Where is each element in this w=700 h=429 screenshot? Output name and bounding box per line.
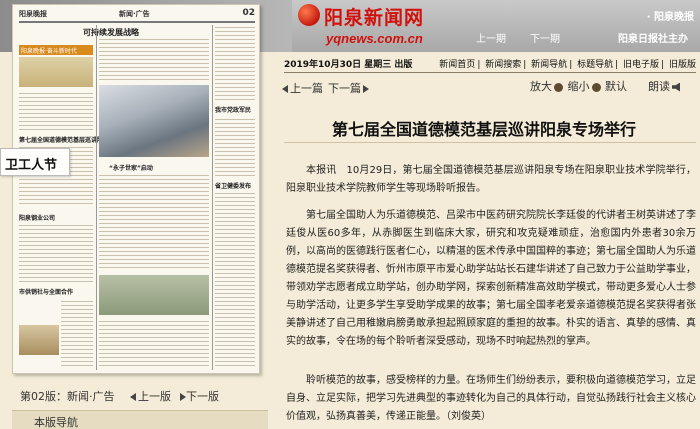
issue-nav-bar: 上一期 下一期 阳泉日报社主办 [462, 28, 700, 46]
newspaper-page-viewer: 阳泉晚报 新闻·广告 02 可持续发展战略 阳泉晚报·奋斗新时代 第七届全国道德… [0, 0, 268, 380]
paper-article-text[interactable] [215, 117, 255, 177]
page-nav-header[interactable]: 本版导航 [12, 410, 268, 429]
next-page-label: 下一版 [186, 390, 219, 403]
read-aloud-label: 朗读 [648, 80, 670, 93]
prev-issue-link[interactable]: 上一期 [476, 30, 506, 45]
article-title: 第七届全国道德模范基层巡讲阳泉专场举行 [331, 120, 636, 139]
brand-link-yangquan-evening[interactable]: · 阳泉晚报 [647, 8, 694, 23]
paper-photo[interactable] [19, 325, 59, 355]
paper-street-photo[interactable] [99, 85, 209, 157]
next-page-button[interactable]: 下一版 [178, 388, 219, 404]
logo-emblem-icon [298, 4, 320, 26]
article-paragraph: 第七届全国助人为乐道德模范、吕梁市中医药研究院院长李廷俊的代讲者王树英讲述了李廷… [286, 210, 696, 347]
newspaper-page-thumbnail[interactable]: 阳泉晚报 新闻·广告 02 可持续发展战略 阳泉晚报·奋斗新时代 第七届全国道德… [12, 4, 260, 374]
paper-side-headline[interactable]: 阳泉钢业公司 [19, 213, 55, 222]
publish-date: 2019年10月30日 星期三 出版 [284, 60, 413, 70]
page-switch-bar: 第02版：新闻·广告 上一版 下一版 [0, 382, 268, 406]
paper-article-text[interactable] [215, 191, 255, 369]
paper-column-rule [212, 25, 213, 370]
zoom-in-label: 放大 [530, 80, 552, 93]
paper-article-text[interactable] [99, 173, 209, 269]
paper-section-name: 新闻·广告 [119, 10, 150, 18]
arrow-left-icon [282, 85, 288, 93]
paper-column-rule [96, 25, 97, 370]
paper-side-headline[interactable]: “永子世家”启动 [109, 163, 153, 172]
speaker-icon [672, 82, 680, 92]
paper-photo[interactable] [99, 275, 209, 315]
nav-link-old-version[interactable]: 旧版版 [669, 60, 696, 70]
site-nav-links: 新闻首页 | 新闻搜索 | 新闻导航 | 标题导航 | 旧电子版 | 旧版版 [437, 57, 696, 70]
nav-separator: | [661, 60, 665, 70]
article-paragraph: 本报讯 10月29日，第七届全国道德模范基层巡讲阳泉专场在阳泉职业技术学院举行，… [286, 165, 696, 194]
arrow-left-icon [130, 393, 136, 401]
nav-link-navigation[interactable]: 新闻导航 [531, 60, 567, 70]
zoom-out-label: 缩小 [567, 80, 590, 93]
next-article-button[interactable]: 下一篇 [328, 80, 369, 96]
paper-article-text[interactable] [99, 37, 209, 81]
site-logo[interactable]: 阳泉新闻网 yqnews.com.cn [292, 0, 462, 52]
paper-masthead: 阳泉晚报 新闻·广告 02 [19, 8, 255, 23]
paper-side-headline[interactable]: 市供销社与全面合作 [19, 287, 73, 296]
zoom-default-button[interactable]: 默认 [605, 80, 627, 93]
paper-masthead-title: 阳泉晚报 [19, 10, 47, 18]
floating-page-label-text: 卫工人节 [5, 158, 58, 173]
read-aloud-button[interactable]: 朗读 [648, 78, 682, 94]
paper-photo[interactable] [19, 57, 93, 87]
article-panel: 2019年10月30日 星期三 出版 新闻首页 | 新闻搜索 | 新闻导航 | 标题导… [268, 52, 700, 429]
current-page-label: 第02版：新闻·广告 [20, 390, 115, 403]
nav-separator: | [523, 60, 527, 70]
next-article-label: 下一篇 [328, 82, 361, 95]
article-paragraph: 聆听模范的故事，感受榜样的力量。在场师生们纷纷表示，要积极向道德模范学习，立足自… [286, 375, 696, 422]
floating-page-label[interactable]: 卫工人节 [0, 148, 70, 176]
next-issue-link[interactable]: 下一期 [530, 30, 560, 45]
nav-link-search[interactable]: 新闻搜索 [485, 60, 521, 70]
arrow-right-icon [363, 85, 369, 93]
nav-link-old-edition[interactable]: 旧电子版 [623, 60, 659, 70]
zoom-controls: 放大 缩小 默认 [530, 78, 627, 94]
paper-article-text[interactable] [19, 91, 93, 131]
paper-page-number: 02 [242, 8, 255, 18]
prev-article-label: 上一篇 [290, 82, 323, 95]
title-divider [284, 142, 696, 143]
page-nav-header-label: 本版导航 [34, 416, 78, 429]
zoom-out-button[interactable]: 缩小 [568, 80, 602, 93]
nav-separator: | [569, 60, 573, 70]
paper-banner-text: 阳泉晚报·奋斗新时代 [21, 48, 77, 55]
paper-side-headline[interactable]: 省卫健委发布 [215, 181, 251, 190]
site-title: 阳泉新闻网 [324, 7, 425, 29]
nav-separator: | [477, 60, 481, 70]
prev-page-label: 上一版 [138, 390, 171, 403]
nav-link-home[interactable]: 新闻首页 [439, 60, 475, 70]
paper-article-text[interactable] [61, 299, 93, 369]
site-url: yqnews.com.cn [326, 31, 423, 46]
zoom-in-button[interactable]: 放大 [530, 80, 564, 93]
zoom-out-icon [591, 82, 601, 92]
paper-article-text[interactable] [19, 223, 93, 283]
header-divider [284, 72, 696, 73]
paper-article-text[interactable] [215, 25, 255, 101]
publisher-label: 阳泉日报社主办 [618, 34, 688, 45]
nav-separator: | [615, 60, 619, 70]
prev-page-button[interactable]: 上一版 [130, 388, 171, 404]
zoom-default-label: 默认 [605, 80, 627, 93]
paper-side-headline[interactable]: 我市党政军民 [215, 105, 251, 114]
paper-banner[interactable]: 阳泉晚报·奋斗新时代 [19, 45, 93, 55]
paper-article-text[interactable] [99, 319, 209, 369]
zoom-in-icon [554, 82, 563, 92]
article-control-bar: 上一篇 下一篇 放大 缩小 默认 朗读 [268, 74, 700, 96]
nav-link-title-nav[interactable]: 标题导航 [577, 60, 613, 70]
prev-article-button[interactable]: 上一篇 [282, 80, 323, 96]
